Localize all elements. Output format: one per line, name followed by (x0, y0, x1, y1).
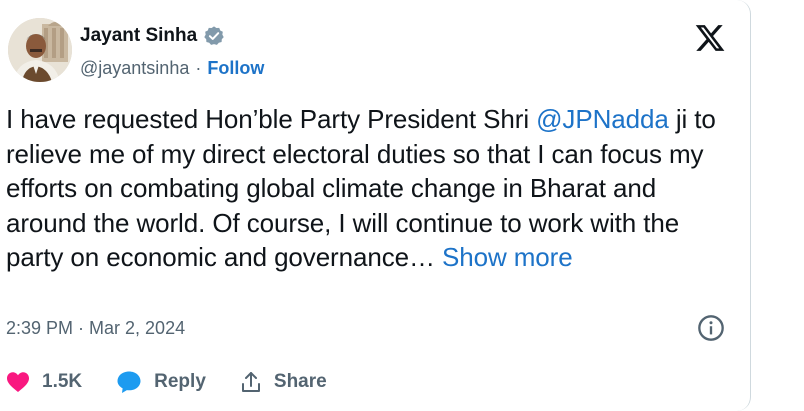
show-more-link[interactable]: Show more (442, 242, 573, 272)
reply-bubble-icon (117, 371, 141, 393)
author-handle[interactable]: @jayantsinha (80, 58, 189, 79)
tweet-text-part1: I have requested Hon’ble Party President… (6, 104, 537, 134)
follow-button[interactable]: Follow (207, 58, 264, 79)
tweet-timestamp[interactable]: 2:39 PM · Mar 2, 2024 (6, 318, 185, 339)
info-icon[interactable] (697, 314, 725, 342)
share-button[interactable]: Share (240, 371, 327, 393)
like-button[interactable]: 1.5K (6, 371, 82, 393)
heart-icon (7, 372, 29, 392)
author-avatar[interactable] (8, 18, 72, 82)
reply-label: Reply (154, 371, 206, 392)
tweet-actions: 1.5K Reply Share (6, 370, 361, 394)
share-label: Share (273, 371, 327, 392)
share-upload-icon (241, 372, 260, 392)
mention-link-jpnadda[interactable]: @JPNadda (536, 104, 669, 134)
reply-button[interactable]: Reply (116, 370, 206, 394)
author-name[interactable]: Jayant Sinha (80, 25, 197, 47)
author-name-row[interactable]: Jayant Sinha (80, 25, 225, 47)
like-count: 1.5K (42, 371, 83, 392)
tweet-text: I have requested Hon’ble Party President… (6, 102, 736, 275)
author-handle-row: @jayantsinha · Follow (80, 58, 264, 79)
verified-badge-icon (204, 26, 224, 45)
separator-dot: · (195, 58, 202, 78)
x-logo-icon[interactable] (693, 22, 727, 54)
tweet-card: Jayant Sinha @jayantsinha · Follow I hav… (0, 0, 751, 411)
avatar-photo-icon (8, 18, 72, 82)
